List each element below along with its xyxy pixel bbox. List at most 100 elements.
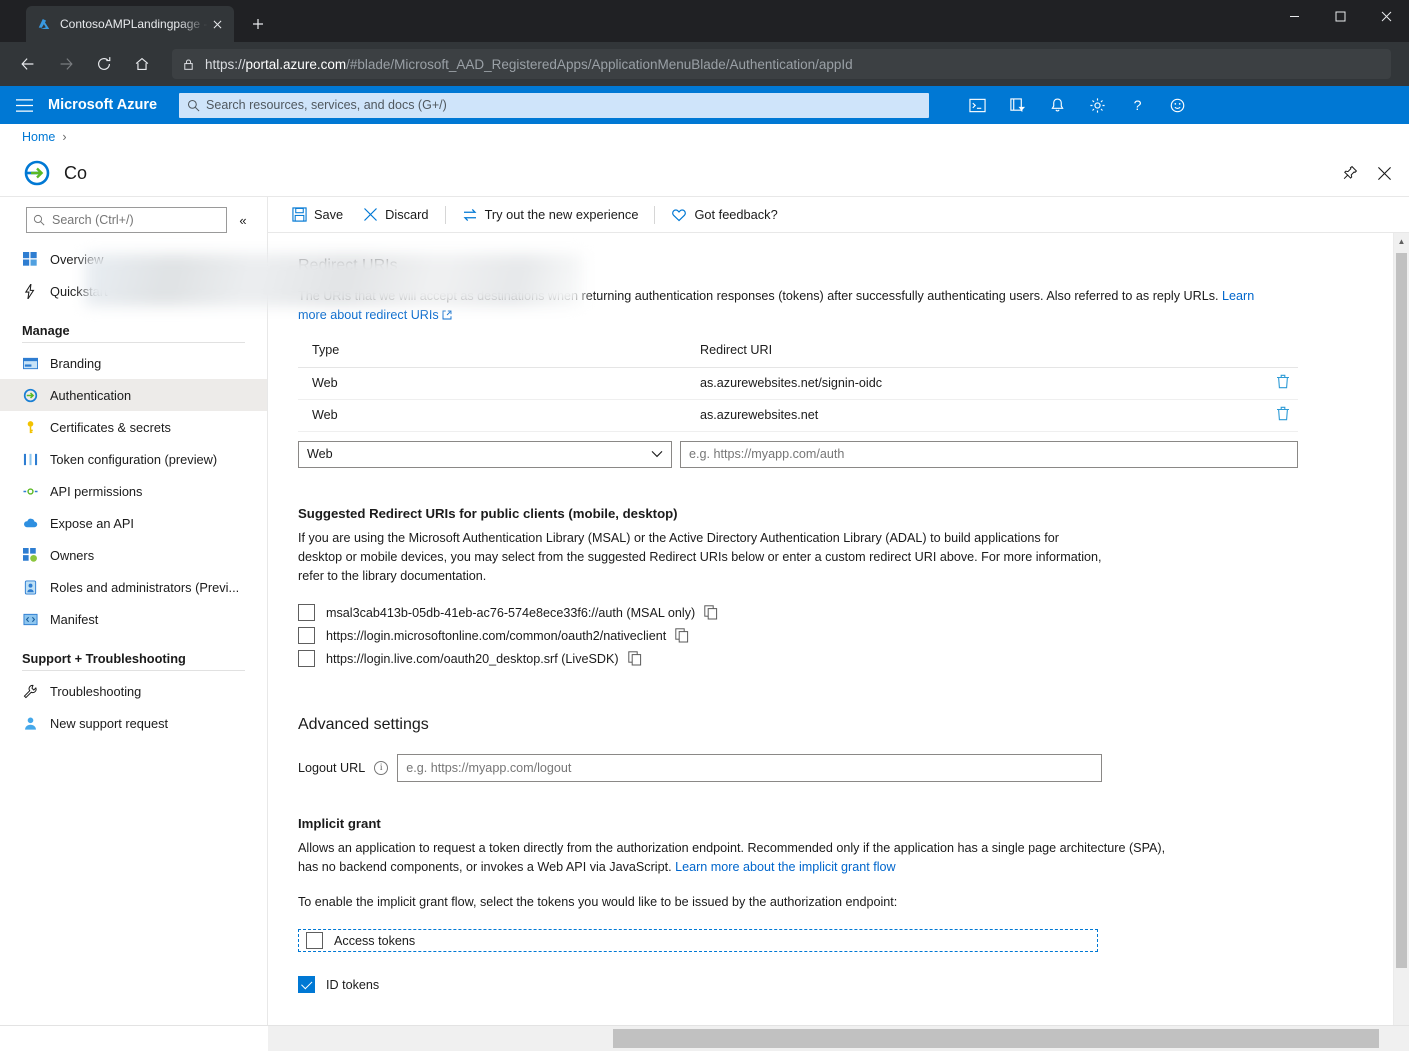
sidebar-item-branding[interactable]: Branding [0,347,267,379]
command-bar-divider [654,205,656,224]
trash-icon[interactable] [1254,367,1298,400]
discard-button[interactable]: Discard [353,197,438,233]
azure-global-search-input[interactable]: Search resources, services, and docs (G+… [179,92,930,118]
sidebar-item-expose-an-api[interactable]: Expose an API [0,507,267,539]
sidebar-item-roles-and-administrators[interactable]: Roles and administrators (Previ... [0,571,267,603]
blade-actions [1333,156,1401,190]
sidebar-item-certificates-secrets[interactable]: Certificates & secrets [0,411,267,443]
url-host: portal.azure.com [245,56,347,72]
sidebar-item-troubleshooting[interactable]: Troubleshooting [0,675,267,707]
blade-title: Co [64,162,88,183]
row-type: Web [298,399,686,432]
breadcrumb-separator: › [62,130,67,144]
suggested-uri-option[interactable]: https://login.microsoftonline.com/common… [298,624,1393,647]
horizontal-scrollbar-area [0,1025,1409,1051]
sidebar-item-label: Token configuration (preview) [50,451,218,467]
sidebar-item-token-configuration[interactable]: Token configuration (preview) [0,443,267,475]
sidebar-item-label: New support request [50,715,169,731]
home-icon[interactable] [126,48,158,80]
trash-icon[interactable] [1254,399,1298,432]
address-bar[interactable]: https://portal.azure.com/#blade/Microsof… [172,49,1391,79]
suggested-uri-option[interactable]: https://login.live.com/oauth20_desktop.s… [298,647,1393,670]
hamburger-menu-icon[interactable] [0,98,48,113]
new-redirect-uri-row: Web e.g. https://myapp.com/auth [298,440,1298,468]
redirect-uri-input[interactable]: e.g. https://myapp.com/auth [680,440,1298,468]
new-tab-button[interactable] [244,10,272,38]
cloud-shell-icon[interactable] [957,86,997,124]
address-bar-url: https://portal.azure.com/#blade/Microsof… [205,57,853,72]
scroll-up-arrow-icon[interactable]: ▲ [1394,233,1409,249]
sidebar-item-label: Quickstart [50,283,108,299]
sidebar-item-api-permissions[interactable]: API permissions [0,475,267,507]
got-feedback-button[interactable]: Got feedback? [661,197,787,233]
implicit-grant-learn-more-link[interactable]: Learn more about the implicit grant flow [675,860,896,874]
row-uri: as.azurewebsites.net/signin-oidc [686,367,1254,400]
sidebar-section-manage: Manage [22,323,70,338]
suggested-uri-option[interactable]: msal3cab413b-05db-41eb-ac76-574e8ece33f6… [298,601,1393,624]
tab-close-icon[interactable] [208,15,226,33]
manifest-icon [22,611,38,627]
pin-icon[interactable] [1333,156,1367,190]
settings-gear-icon[interactable] [1077,86,1117,124]
access-tokens-checkbox[interactable] [306,932,323,950]
sidebar-item-label: Manifest [50,611,99,627]
vertical-scrollbar-thumb[interactable] [1396,253,1407,968]
copy-icon[interactable] [704,605,718,620]
copy-icon[interactable] [675,628,689,643]
window-maximize-button[interactable] [1317,0,1363,32]
id-tokens-row[interactable]: ID tokens [298,973,1393,996]
chevron-double-left-icon[interactable]: « [231,213,255,228]
breadcrumb-home-link[interactable]: Home [22,130,55,144]
logout-url-input[interactable]: e.g. https://myapp.com/logout [397,754,1103,783]
sidebar-item-authentication[interactable]: Authentication [0,379,267,411]
feedback-smiley-icon[interactable] [1157,86,1197,124]
access-tokens-row[interactable]: Access tokens [298,929,1098,953]
sidebar-item-owners[interactable]: Owners [0,539,267,571]
directory-filter-icon[interactable] [997,86,1037,124]
suggested-uri-checkbox[interactable] [298,627,315,645]
notifications-bell-icon[interactable] [1037,86,1077,124]
sidebar-search-row: Search (Ctrl+/) « [0,207,267,233]
sidebar-item-new-support-request[interactable]: New support request [0,707,267,739]
azure-top-bar: Microsoft Azure Search resources, servic… [0,86,1409,124]
sidebar-search-input[interactable]: Search (Ctrl+/) [26,207,227,233]
suggested-uri-checkbox[interactable] [298,604,315,622]
sidebar-item-overview[interactable]: Overview [0,243,267,275]
save-disk-icon [292,207,307,222]
save-button[interactable]: Save [282,197,353,233]
lock-icon [182,58,195,71]
table-row: Web as.azurewebsites.net [298,399,1298,432]
breadcrumb: Home › [0,124,1409,150]
save-label: Save [314,207,344,222]
id-tokens-checkbox[interactable] [298,976,315,994]
help-question-icon[interactable]: ? [1117,86,1157,124]
browser-tab[interactable]: ContosoAMPLandingpage - Auth [26,6,234,42]
horizontal-scrollbar[interactable] [268,1026,1393,1051]
overview-grid-icon [22,251,38,267]
forward-arrow-icon[interactable] [50,48,82,80]
implicit-grant-instruction: To enable the implicit grant flow, selec… [298,895,898,910]
window-close-button[interactable] [1363,0,1409,32]
column-header-type: Type [298,342,686,368]
azure-brand-label[interactable]: Microsoft Azure [48,97,157,113]
support-person-icon [22,715,38,731]
blade-close-icon[interactable] [1367,156,1401,190]
window-minimize-button[interactable] [1271,0,1317,32]
try-new-experience-button[interactable]: Try out the new experience [452,197,649,233]
sidebar-item-quickstart[interactable]: Quickstart [0,275,267,307]
advanced-settings-heading: Advanced settings [298,716,429,734]
vertical-scrollbar[interactable]: ▲ [1393,233,1409,1025]
sidebar-item-label: Overview [50,251,104,267]
external-link-icon [442,308,452,322]
sidebar-search-placeholder: Search (Ctrl+/) [52,213,134,227]
id-tokens-label: ID tokens [326,977,380,992]
suggested-uri-label: msal3cab413b-05db-41eb-ac76-574e8ece33f6… [326,605,696,620]
suggested-uri-checkbox[interactable] [298,650,315,668]
back-arrow-icon[interactable] [12,48,44,80]
horizontal-scrollbar-thumb[interactable] [613,1029,1379,1048]
reload-icon[interactable] [88,48,120,80]
sidebar-item-manifest[interactable]: Manifest [0,603,267,635]
info-icon[interactable]: i [374,761,389,776]
redirect-uri-type-select[interactable]: Web [298,440,672,468]
copy-icon[interactable] [627,651,642,666]
